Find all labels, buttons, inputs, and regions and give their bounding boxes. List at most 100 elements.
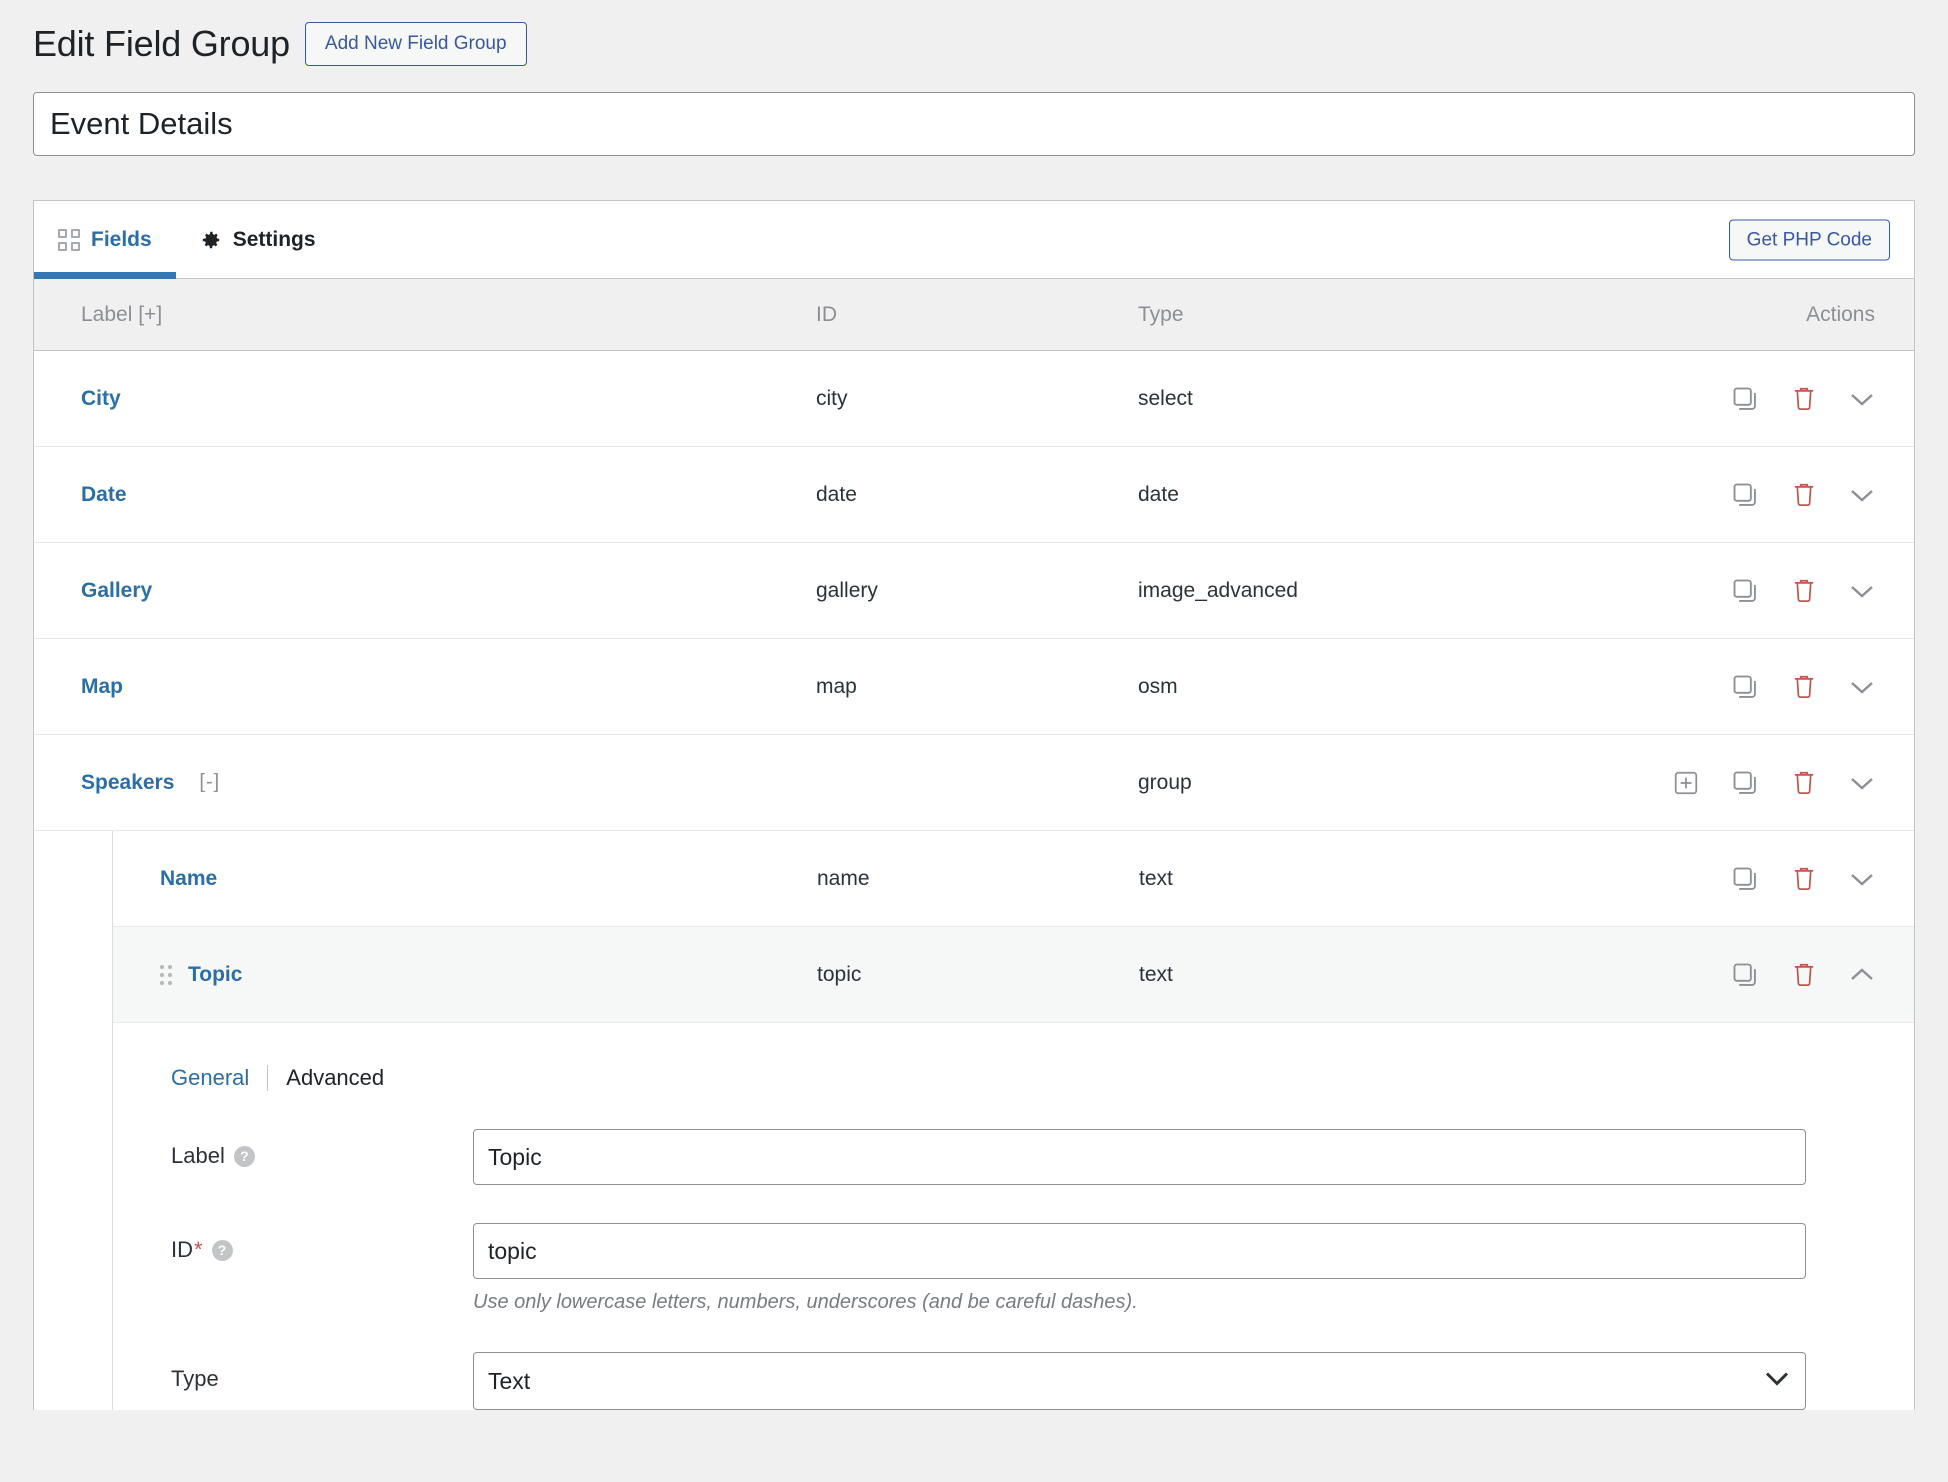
type-field-control: TextTextareaSelectDateGroupCheckbox [473, 1352, 1914, 1410]
row-actions-cell [1644, 961, 1914, 989]
row-actions-cell [1644, 673, 1914, 701]
subtab-general[interactable]: General [171, 1065, 249, 1091]
tab-settings[interactable]: Settings [176, 201, 340, 278]
row-type-cell: select [1138, 386, 1193, 410]
type-select-wrapper: TextTextareaSelectDateGroupCheckbox [473, 1352, 1806, 1410]
field-label-link[interactable]: Speakers [81, 771, 174, 795]
row-type-cell: date [1138, 482, 1179, 506]
trash-icon[interactable] [1791, 481, 1817, 509]
row-label-cell: Map [34, 675, 816, 699]
help-icon[interactable]: ? [233, 1145, 255, 1167]
type-select[interactable]: TextTextareaSelectDateGroupCheckbox [473, 1352, 1806, 1410]
tab-fields[interactable]: Fields [34, 201, 176, 279]
page-header: Edit Field Group Add New Field Group [0, 0, 1948, 66]
table-row[interactable]: Topic topic text [112, 927, 1914, 1023]
id-field-label-text: ID [171, 1237, 193, 1262]
field-group-title-input[interactable] [33, 92, 1915, 156]
column-header-label: Label [+] [81, 302, 163, 326]
field-label-link[interactable]: City [81, 387, 121, 411]
panel-tabbar: Fields Settings Get PHP Code [34, 201, 1914, 279]
trash-icon[interactable] [1791, 865, 1817, 893]
column-header-actions: Actions [1806, 302, 1875, 326]
subtab-advanced[interactable]: Advanced [286, 1065, 384, 1091]
chevron-down-icon[interactable] [1849, 775, 1875, 791]
trash-icon[interactable] [1791, 577, 1817, 605]
row-id-cell: map [816, 674, 857, 698]
row-actions-cell [1644, 865, 1914, 893]
table-row[interactable]: Speakers [-] group [34, 735, 1914, 831]
row-type-cell: group [1138, 770, 1192, 794]
row-type-cell: text [1139, 866, 1173, 890]
field-label-link[interactable]: Map [81, 675, 123, 699]
trash-icon[interactable] [1791, 673, 1817, 701]
row-label-cell: Name [113, 867, 817, 891]
field-settings-panel: General Advanced Label ? ID * ? [112, 1023, 1914, 1410]
subtab-divider [267, 1065, 269, 1091]
type-field-label: Type [171, 1352, 473, 1392]
trash-icon[interactable] [1791, 961, 1817, 989]
row-type-cell: text [1139, 962, 1173, 986]
type-field-label-text: Type [171, 1366, 219, 1391]
duplicate-icon[interactable] [1731, 961, 1759, 989]
get-php-code-button[interactable]: Get PHP Code [1728, 219, 1890, 260]
row-actions-cell [1644, 481, 1914, 509]
table-row[interactable]: Gallery gallery image_advanced [34, 543, 1914, 639]
add-new-field-group-button[interactable]: Add New Field Group [304, 22, 527, 66]
column-header-type: Type [1138, 302, 1184, 326]
duplicate-icon[interactable] [1731, 577, 1759, 605]
drag-handle-icon[interactable] [160, 964, 172, 985]
tab-settings-label: Settings [232, 227, 316, 251]
label-field-label-text: Label [171, 1143, 225, 1168]
field-label-link[interactable]: Name [160, 867, 217, 891]
row-actions-cell [1644, 385, 1914, 413]
row-label-cell: Date [34, 483, 816, 507]
group-toggle[interactable]: [-] [199, 771, 220, 794]
field-label-link[interactable]: Date [81, 483, 127, 507]
setting-row-id: ID * ? Use only lowercase letters, numbe… [113, 1223, 1914, 1314]
chevron-down-icon[interactable] [1849, 391, 1875, 407]
id-hint-text: Use only lowercase letters, numbers, und… [473, 1291, 1138, 1313]
row-label-cell: Speakers [-] [34, 771, 816, 795]
id-field-control: Use only lowercase letters, numbers, und… [473, 1223, 1914, 1314]
row-label-cell: City [34, 387, 816, 411]
id-input[interactable] [473, 1223, 1806, 1279]
table-row[interactable]: Date date date [34, 447, 1914, 543]
duplicate-icon[interactable] [1731, 865, 1759, 893]
field-label-link[interactable]: Topic [188, 963, 242, 987]
duplicate-icon[interactable] [1731, 673, 1759, 701]
trash-icon[interactable] [1791, 385, 1817, 413]
row-type-cell: osm [1138, 674, 1178, 698]
chevron-down-icon[interactable] [1849, 871, 1875, 887]
table-row[interactable]: Name name text [112, 831, 1914, 927]
row-id-cell: city [816, 386, 848, 410]
label-input[interactable] [473, 1129, 1806, 1185]
duplicate-icon[interactable] [1731, 481, 1759, 509]
duplicate-icon[interactable] [1731, 385, 1759, 413]
field-label-link[interactable]: Gallery [81, 579, 152, 603]
table-row[interactable]: City city select [34, 351, 1914, 447]
duplicate-icon[interactable] [1731, 769, 1759, 797]
grid-icon [58, 228, 80, 251]
chevron-down-icon[interactable] [1849, 583, 1875, 599]
chevron-up-icon[interactable] [1849, 967, 1875, 983]
page-title: Edit Field Group [33, 23, 290, 64]
field-settings-subtabs: General Advanced [113, 1023, 1914, 1091]
row-id-cell: name [817, 866, 870, 890]
chevron-down-icon[interactable] [1849, 679, 1875, 695]
setting-row-type: Type TextTextareaSelectDateGroupCheckbox [113, 1352, 1914, 1410]
label-field-label: Label ? [171, 1129, 473, 1169]
label-field-control [473, 1129, 1914, 1185]
help-icon[interactable]: ? [211, 1239, 233, 1261]
id-field-label: ID * ? [171, 1223, 473, 1263]
group-title-row [0, 66, 1948, 156]
row-id-cell: date [816, 482, 857, 506]
add-field-icon[interactable] [1673, 770, 1699, 796]
row-id-cell: topic [817, 962, 862, 986]
table-row[interactable]: Map map osm [34, 639, 1914, 735]
trash-icon[interactable] [1791, 769, 1817, 797]
fields-table-body: City city select Date date date Gallery galle… [34, 351, 1914, 1023]
row-label-cell: Gallery [34, 579, 816, 603]
edit-field-group-page: Edit Field Group Add New Field Group Fie… [0, 0, 1948, 1482]
gear-icon [200, 229, 222, 251]
chevron-down-icon[interactable] [1849, 487, 1875, 503]
